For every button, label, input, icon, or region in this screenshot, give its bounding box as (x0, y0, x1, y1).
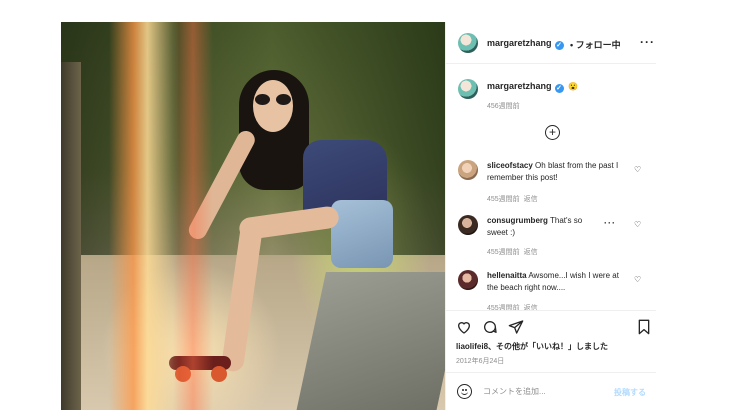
comment-like-heart-icon[interactable]: ♡ (634, 165, 641, 174)
share-paper-plane-icon[interactable] (508, 319, 524, 335)
comment-input[interactable] (483, 384, 613, 398)
photo-stone-ledge (296, 272, 445, 410)
comment-username[interactable]: sliceofstacy (487, 161, 533, 170)
likes-summary[interactable]: liaolifei8、その他が「いいね！」しました (456, 341, 608, 352)
following-status[interactable]: • フォロー中 (570, 38, 621, 51)
verified-icon: ✓ (554, 84, 564, 93)
photo-sunglasses (255, 94, 291, 106)
reply-link[interactable]: 返信 (524, 249, 538, 256)
photo-skateboard-wheel (211, 366, 227, 382)
post-header: margaretzhang ✓ • フォロー中 ··· (446, 22, 656, 64)
add-comment-bar: 投稿する (446, 372, 656, 410)
comment-like-heart-icon[interactable]: ♡ (634, 275, 641, 284)
post-comment-button[interactable]: 投稿する (614, 387, 646, 398)
caption-avatar[interactable] (458, 79, 478, 99)
verified-icon: ✓ (554, 41, 564, 50)
post-date: 2012年6月24日 (456, 358, 505, 365)
comment-options-ellipsis-icon[interactable]: ··· (604, 218, 616, 228)
comment-timestamp: 455週間前 返信 (487, 249, 538, 256)
photo-light-flare (173, 22, 213, 410)
comment-text: sliceofstacy Oh blast from the past I re… (487, 161, 619, 182)
post-side-panel: margaretzhang ✓ • フォロー中 ··· margaretzhang… (445, 22, 656, 410)
like-heart-icon[interactable] (456, 319, 472, 335)
commenter-avatar[interactable] (458, 160, 478, 180)
comment-bubble-icon[interactable] (482, 319, 498, 335)
caption-timestamp: 456週間前 (487, 103, 520, 110)
author-username[interactable]: margaretzhang ✓ (487, 38, 564, 50)
photo-face (253, 80, 293, 132)
save-bookmark-icon[interactable] (636, 319, 652, 335)
photo-shorts (331, 200, 393, 268)
load-more-comments-icon[interactable]: + (545, 125, 560, 140)
commenter-avatar[interactable] (458, 215, 478, 235)
comment-username[interactable]: hellenaitta (487, 271, 527, 280)
comment-text: consugrumberg That's so sweet :) (487, 216, 583, 237)
comment-like-heart-icon[interactable]: ♡ (634, 220, 641, 229)
comment-username[interactable]: consugrumberg (487, 216, 548, 225)
reply-link[interactable]: 返信 (524, 196, 538, 203)
author-avatar[interactable] (458, 33, 478, 53)
photo-light-flare (109, 22, 179, 410)
commenter-avatar[interactable] (458, 270, 478, 290)
photo-fence (61, 62, 81, 410)
caption-emoji: 😮 (568, 82, 579, 91)
comment-timestamp: 455週間前 返信 (487, 196, 538, 203)
post-photo[interactable] (61, 22, 445, 410)
emoji-icon[interactable] (457, 384, 472, 399)
ellipsis-icon[interactable]: ··· (640, 35, 655, 49)
comment-text: hellenaitta Awsome...I wish I were at th… (487, 271, 619, 292)
caption-username[interactable]: margaretzhang ✓ 😮 (487, 81, 578, 93)
